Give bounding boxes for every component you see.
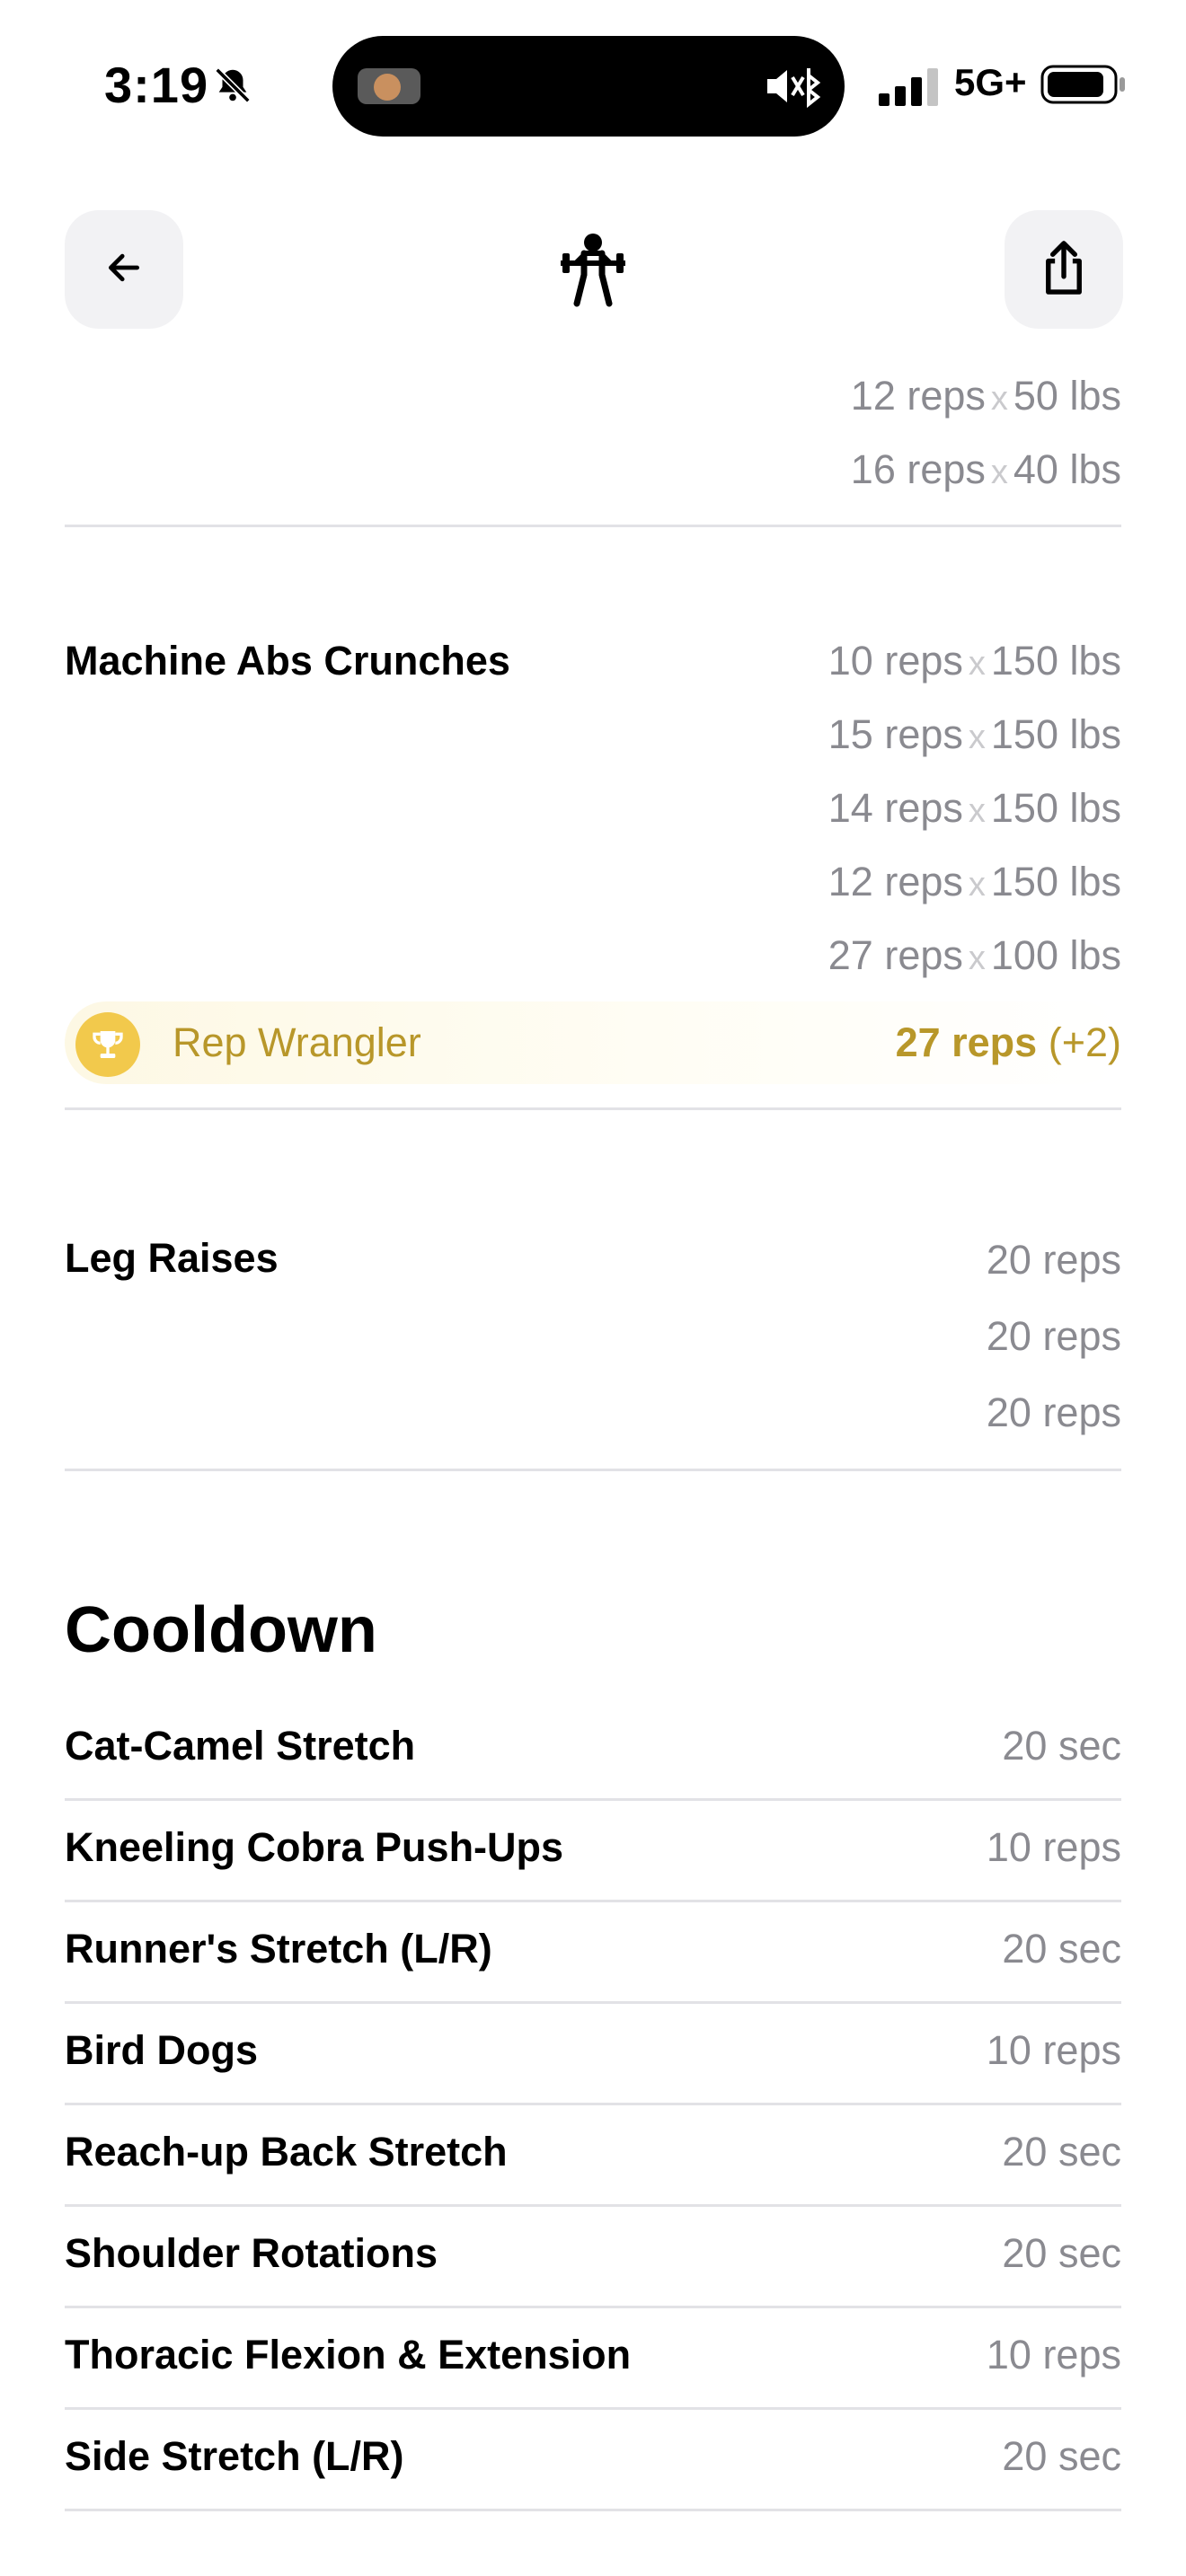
signal-icon	[879, 68, 943, 110]
set-line: 12 reps x 50 lbs	[65, 359, 1121, 433]
cooldown-item[interactable]: Reach-up Back Stretch 20 sec	[65, 2105, 1121, 2207]
set-reps: 15 reps	[828, 711, 963, 757]
exercise-name: Machine Abs Crunches	[65, 638, 510, 684]
workout-content: 12 reps x 50 lbs 16 reps x 40 lbs Machine Ab…	[65, 359, 1121, 2511]
cooldown-item[interactable]: Bird Dogs 10 reps	[65, 2004, 1121, 2105]
cooldown-item-value: 10 reps	[986, 2332, 1121, 2378]
battery-icon	[1040, 65, 1127, 109]
cooldown-item[interactable]: Thoracic Flexion & Extension 10 reps	[65, 2308, 1121, 2410]
back-button[interactable]	[65, 210, 183, 329]
section-title-cooldown: Cooldown	[65, 1594, 377, 1666]
cooldown-item-value: 20 sec	[1002, 1723, 1121, 1769]
status-time: 3:19	[104, 57, 209, 113]
bell-muted-icon	[212, 65, 253, 110]
cooldown-item[interactable]: Cat-Camel Stretch 20 sec	[65, 1699, 1121, 1801]
cooldown-item-name: Shoulder Rotations	[65, 2230, 438, 2276]
now-playing-thumbnail[interactable]	[358, 68, 420, 104]
set-reps: 12 reps	[850, 373, 986, 419]
set-line: 27 reps x 100 lbs	[65, 919, 1121, 992]
set-weight: 150 lbs	[990, 638, 1121, 684]
cooldown-item-value: 10 reps	[986, 1824, 1121, 1870]
set-weight: 50 lbs	[1013, 373, 1121, 419]
award-value: 27 reps (+2)	[896, 1001, 1121, 1084]
weightlifter-icon	[557, 232, 629, 312]
cooldown-item-name: Kneeling Cobra Push-Ups	[65, 1824, 564, 1870]
cooldown-item[interactable]: Kneeling Cobra Push-Ups 10 reps	[65, 1801, 1121, 1902]
share-button[interactable]	[1005, 210, 1123, 329]
set-separator: x	[968, 645, 986, 683]
cooldown-item[interactable]: Runner's Stretch (L/R) 20 sec	[65, 1902, 1121, 2004]
cooldown-item-value: 10 reps	[986, 2027, 1121, 2073]
set-separator: x	[990, 380, 1008, 418]
cooldown-item[interactable]: Shoulder Rotations 20 sec	[65, 2207, 1121, 2308]
cooldown-item-name: Cat-Camel Stretch	[65, 1723, 416, 1769]
exercise-machine-abs-crunches[interactable]: Machine Abs Crunches 10 reps x 150 lbs 15 …	[65, 527, 1121, 1110]
cooldown-item-name: Side Stretch (L/R)	[65, 2433, 404, 2479]
cooldown-item-name: Runner's Stretch (L/R)	[65, 1926, 492, 1972]
cooldown-item[interactable]: Side Stretch (L/R) 20 sec	[65, 2410, 1121, 2511]
cooldown-item-name: Reach-up Back Stretch	[65, 2129, 508, 2175]
network-label: 5G+	[954, 61, 1027, 103]
cooldown-item-name: Bird Dogs	[65, 2027, 259, 2073]
set-reps: 14 reps	[828, 785, 963, 831]
arrow-left-icon	[104, 248, 144, 292]
set-reps: 20 reps	[986, 1313, 1121, 1359]
speaker-bluetooth-icon	[764, 61, 821, 116]
previous-exercise-sets: 12 reps x 50 lbs 16 reps x 40 lbs	[65, 359, 1121, 527]
set-reps: 12 reps	[828, 859, 963, 904]
divider	[65, 1469, 1121, 1471]
set-reps: 16 reps	[850, 446, 986, 492]
cooldown-item-name: Thoracic Flexion & Extension	[65, 2332, 632, 2378]
cooldown-item-value: 20 sec	[1002, 1926, 1121, 1972]
set-line: 12 reps x 150 lbs	[65, 845, 1121, 919]
set-reps: 10 reps	[828, 638, 963, 684]
exercise-name: Leg Raises	[65, 1235, 279, 1281]
set-line: 20 reps	[65, 1298, 1121, 1374]
set-line: 15 reps x 150 lbs	[65, 698, 1121, 772]
award-name: Rep Wrangler	[173, 1019, 421, 1065]
set-reps: 27 reps	[828, 932, 963, 978]
set-separator: x	[968, 866, 986, 904]
set-weight: 40 lbs	[1013, 446, 1121, 492]
set-weight: 150 lbs	[990, 711, 1121, 757]
set-separator: x	[990, 454, 1008, 491]
set-weight: 150 lbs	[990, 859, 1121, 904]
exercise-leg-raises[interactable]: Leg Raises 20 reps 20 reps 20 reps	[65, 1110, 1121, 1471]
award-delta: (+2)	[1048, 1019, 1121, 1065]
set-line: 16 reps x 40 lbs	[65, 433, 1121, 507]
cooldown-item-value: 20 sec	[1002, 2433, 1121, 2479]
set-separator: x	[968, 940, 986, 977]
set-weight: 100 lbs	[990, 932, 1121, 978]
cooldown-item-value: 20 sec	[1002, 2230, 1121, 2276]
set-weight: 150 lbs	[990, 785, 1121, 831]
award-reps: 27 reps	[895, 1019, 1038, 1065]
award-banner[interactable]: Rep Wrangler 27 reps (+2)	[65, 1001, 1121, 1084]
set-line: 20 reps	[65, 1374, 1121, 1451]
set-separator: x	[968, 719, 986, 756]
dynamic-island[interactable]	[332, 36, 845, 137]
cooldown-list: Cat-Camel Stretch 20 sec Kneeling Cobra P…	[65, 1699, 1121, 2511]
cooldown-item-value: 20 sec	[1002, 2129, 1121, 2175]
set-reps: 20 reps	[986, 1237, 1121, 1283]
trophy-icon	[75, 1012, 140, 1077]
status-bar: 3:19 5G+	[0, 0, 1186, 180]
set-reps: 20 reps	[986, 1389, 1121, 1435]
set-line: 14 reps x 150 lbs	[65, 772, 1121, 845]
share-icon	[1037, 239, 1091, 301]
set-separator: x	[968, 792, 986, 830]
